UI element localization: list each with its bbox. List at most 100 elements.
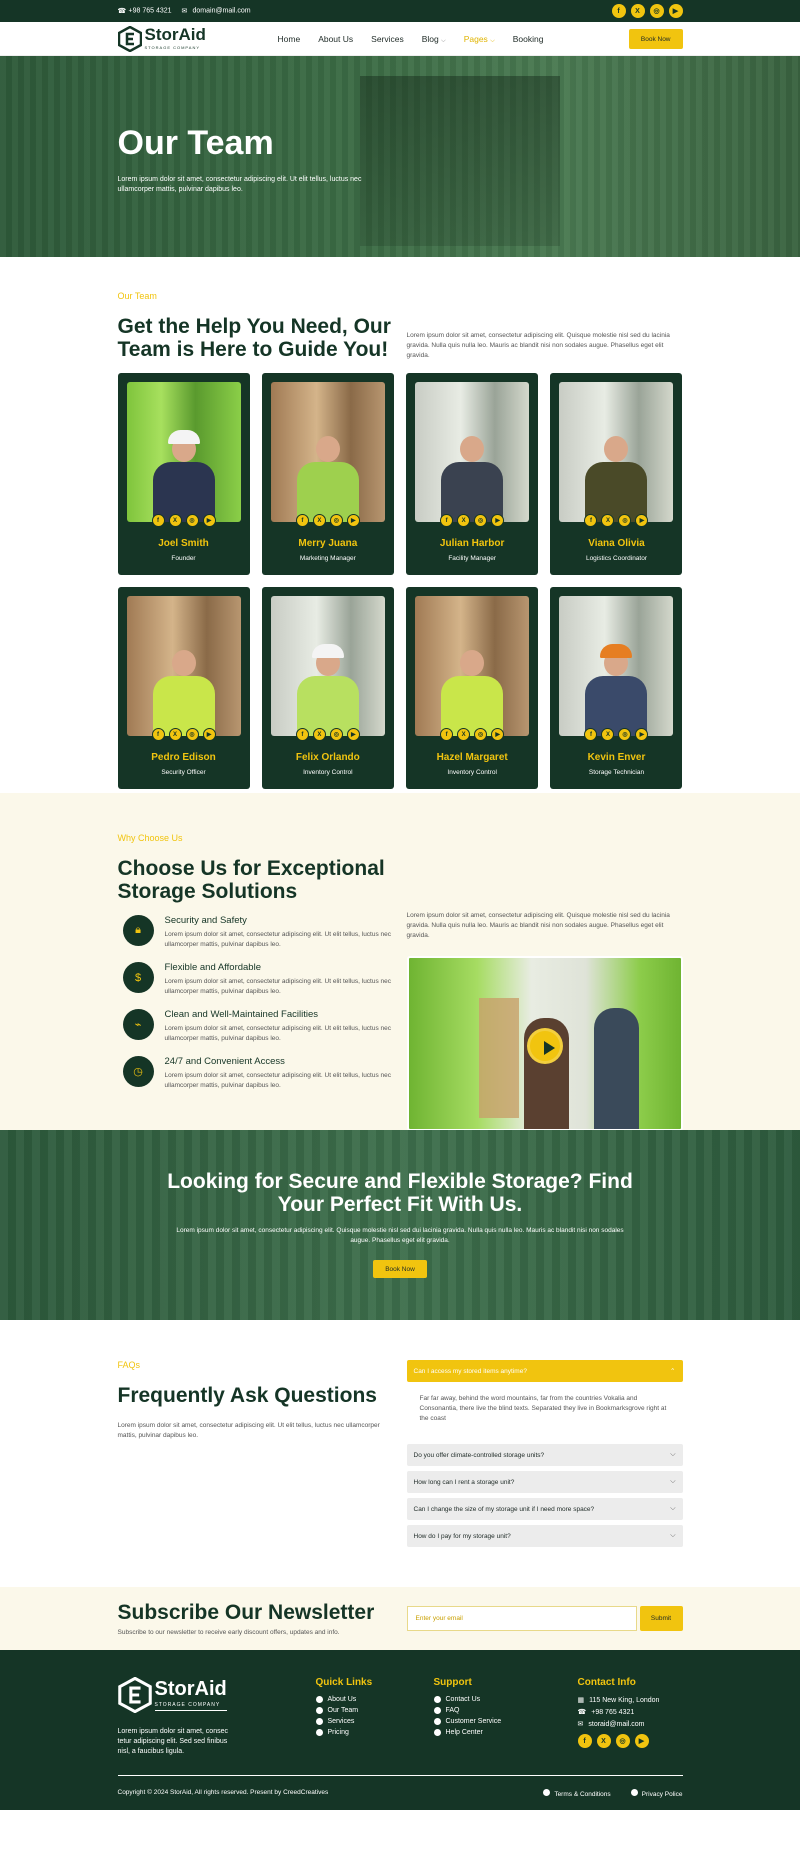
cta-book-button[interactable]: Book Now xyxy=(373,1260,427,1278)
chevron-down-icon: ⌵ xyxy=(670,1532,676,1539)
terms-link[interactable]: Terms & Conditions xyxy=(543,1789,611,1798)
top-email[interactable]: ✉ domain@mail.com xyxy=(182,7,251,16)
team-card: f X ◎ ▶ Merry Juana Marketing Manager xyxy=(261,373,394,575)
x-icon[interactable]: X xyxy=(312,514,326,527)
instagram-icon[interactable]: ◎ xyxy=(615,1734,630,1748)
footer-link[interactable]: Customer Service xyxy=(433,1718,578,1725)
instagram-icon[interactable]: ◎ xyxy=(329,728,343,741)
youtube-icon[interactable]: ▶ xyxy=(635,514,649,527)
x-icon[interactable]: X xyxy=(601,728,615,741)
copyright: Copyright © 2024 StorAid, All rights res… xyxy=(117,1789,329,1796)
nav-services[interactable]: Services xyxy=(371,34,404,45)
facebook-icon[interactable]: f xyxy=(584,514,598,527)
youtube-icon[interactable]: ▶ xyxy=(202,514,216,527)
footer-link[interactable]: Help Center xyxy=(433,1729,578,1736)
facebook-icon[interactable]: f xyxy=(295,728,309,741)
x-icon[interactable]: X xyxy=(168,514,182,527)
instagram-icon[interactable]: ◎ xyxy=(329,514,343,527)
contact-phone[interactable]: ☎ +98 765 4321 xyxy=(578,1708,660,1717)
broom-icon: ⌁ xyxy=(122,1009,154,1040)
team-name: Julian Harbor xyxy=(439,538,505,549)
faq-question-open[interactable]: Can I access my stored items anytime? ⌃ xyxy=(406,1360,683,1382)
top-email-text: domain@mail.com xyxy=(192,7,251,15)
footer-logo[interactable]: StorAid STORAGE COMPANY xyxy=(117,1677,316,1713)
logo-tagline: STORAGE COMPANY xyxy=(144,45,201,50)
privacy-link[interactable]: Privacy Police xyxy=(630,1789,683,1798)
facebook-icon[interactable]: f xyxy=(151,514,165,527)
play-icon[interactable] xyxy=(526,1028,563,1064)
faq-question[interactable]: Do you offer climate-controlled storage … xyxy=(406,1444,683,1466)
instagram-icon[interactable]: ◎ xyxy=(474,514,488,527)
book-now-button[interactable]: Book Now xyxy=(628,29,683,49)
footer-link-text: Our Team xyxy=(327,1707,359,1714)
team-photo xyxy=(270,382,385,522)
footer-link[interactable]: Pricing xyxy=(315,1729,434,1736)
team-role: Inventory Control xyxy=(447,769,497,776)
instagram-icon[interactable]: ◎ xyxy=(618,728,632,741)
footer-link-text: Pricing xyxy=(327,1729,349,1736)
top-phone[interactable]: ☎ +98 765 4321 xyxy=(117,7,172,16)
email-input[interactable]: Enter your email xyxy=(406,1606,637,1631)
youtube-icon[interactable]: ▶ xyxy=(635,728,649,741)
faq-question[interactable]: How do I pay for my storage unit? ⌵ xyxy=(406,1525,683,1547)
feature-text: Lorem ipsum dolor sit amet, consectetur … xyxy=(164,1025,392,1042)
facebook-icon[interactable]: f xyxy=(577,1734,592,1748)
faq-question[interactable]: Can I change the size of my storage unit… xyxy=(406,1498,683,1520)
faq-question-text: Can I access my stored items anytime? xyxy=(413,1367,527,1375)
video-thumbnail[interactable] xyxy=(406,956,683,1131)
contact-title: Contact Info xyxy=(577,1677,636,1688)
youtube-icon[interactable]: ▶ xyxy=(634,1734,649,1748)
team-name: Kevin Enver xyxy=(587,752,646,763)
youtube-icon[interactable]: ▶ xyxy=(491,514,505,527)
nav-about[interactable]: About Us xyxy=(318,34,353,45)
youtube-icon[interactable]: ▶ xyxy=(491,728,505,741)
x-icon[interactable]: X xyxy=(457,514,471,527)
team-card: f X ◎ ▶ Hazel Margaret Inventory Control xyxy=(406,587,539,789)
footer-link[interactable]: Services xyxy=(315,1718,434,1725)
submit-button[interactable]: Submit xyxy=(639,1606,683,1631)
team-photo xyxy=(126,596,241,736)
faq-question[interactable]: How long can I rent a storage unit? ⌵ xyxy=(406,1471,683,1493)
logo-name: StorAid xyxy=(144,25,206,44)
youtube-icon[interactable]: ▶ xyxy=(668,4,683,18)
feature-item: ⌁ Clean and Well-Maintained Facilities Lo… xyxy=(118,1009,398,1044)
footer-link[interactable]: Our Team xyxy=(315,1707,434,1714)
feature-text: Lorem ipsum dolor sit amet, consectetur … xyxy=(164,1072,392,1089)
x-icon[interactable]: X xyxy=(630,4,645,18)
facebook-icon[interactable]: f xyxy=(440,514,454,527)
nav-booking[interactable]: Booking xyxy=(513,34,544,45)
facebook-icon[interactable]: f xyxy=(295,514,309,527)
x-icon[interactable]: X xyxy=(168,728,182,741)
logo[interactable]: StorAid STORAGE COMPANY xyxy=(117,25,278,52)
team-social: f X ◎ ▶ xyxy=(550,728,682,741)
faq-answer: Far far away, behind the word mountains,… xyxy=(419,1395,667,1422)
instagram-icon[interactable]: ◎ xyxy=(618,514,632,527)
footer-link[interactable]: Contact Us xyxy=(433,1696,578,1703)
youtube-icon[interactable]: ▶ xyxy=(346,728,360,741)
instagram-icon[interactable]: ◎ xyxy=(649,4,664,18)
lock-icon: 🔒︎ xyxy=(122,915,154,946)
nav-home[interactable]: Home xyxy=(278,34,301,45)
team-social: f X ◎ ▶ xyxy=(406,728,538,741)
footer-link[interactable]: FAQ xyxy=(433,1707,578,1714)
contact-email[interactable]: ✉ storaid@mail.com xyxy=(578,1720,660,1729)
x-icon[interactable]: X xyxy=(596,1734,611,1748)
facebook-icon[interactable]: f xyxy=(584,728,598,741)
footer-link[interactable]: About Us xyxy=(315,1696,434,1703)
x-icon[interactable]: X xyxy=(312,728,326,741)
footer: StorAid STORAGE COMPANY Lorem ipsum dolor… xyxy=(0,1650,800,1810)
facebook-icon[interactable]: f xyxy=(151,728,165,741)
facebook-icon[interactable]: f xyxy=(440,728,454,741)
youtube-icon[interactable]: ▶ xyxy=(202,728,216,741)
x-icon[interactable]: X xyxy=(601,514,615,527)
nav-pages[interactable]: Pages ⌵ xyxy=(464,34,495,45)
instagram-icon[interactable]: ◎ xyxy=(185,514,199,527)
team-person-illustration xyxy=(296,640,359,736)
phone-icon: ☎ xyxy=(117,8,127,16)
nav-blog[interactable]: Blog ⌵ xyxy=(422,34,446,45)
x-icon[interactable]: X xyxy=(457,728,471,741)
facebook-icon[interactable]: f xyxy=(611,4,626,18)
instagram-icon[interactable]: ◎ xyxy=(474,728,488,741)
youtube-icon[interactable]: ▶ xyxy=(346,514,360,527)
instagram-icon[interactable]: ◎ xyxy=(185,728,199,741)
